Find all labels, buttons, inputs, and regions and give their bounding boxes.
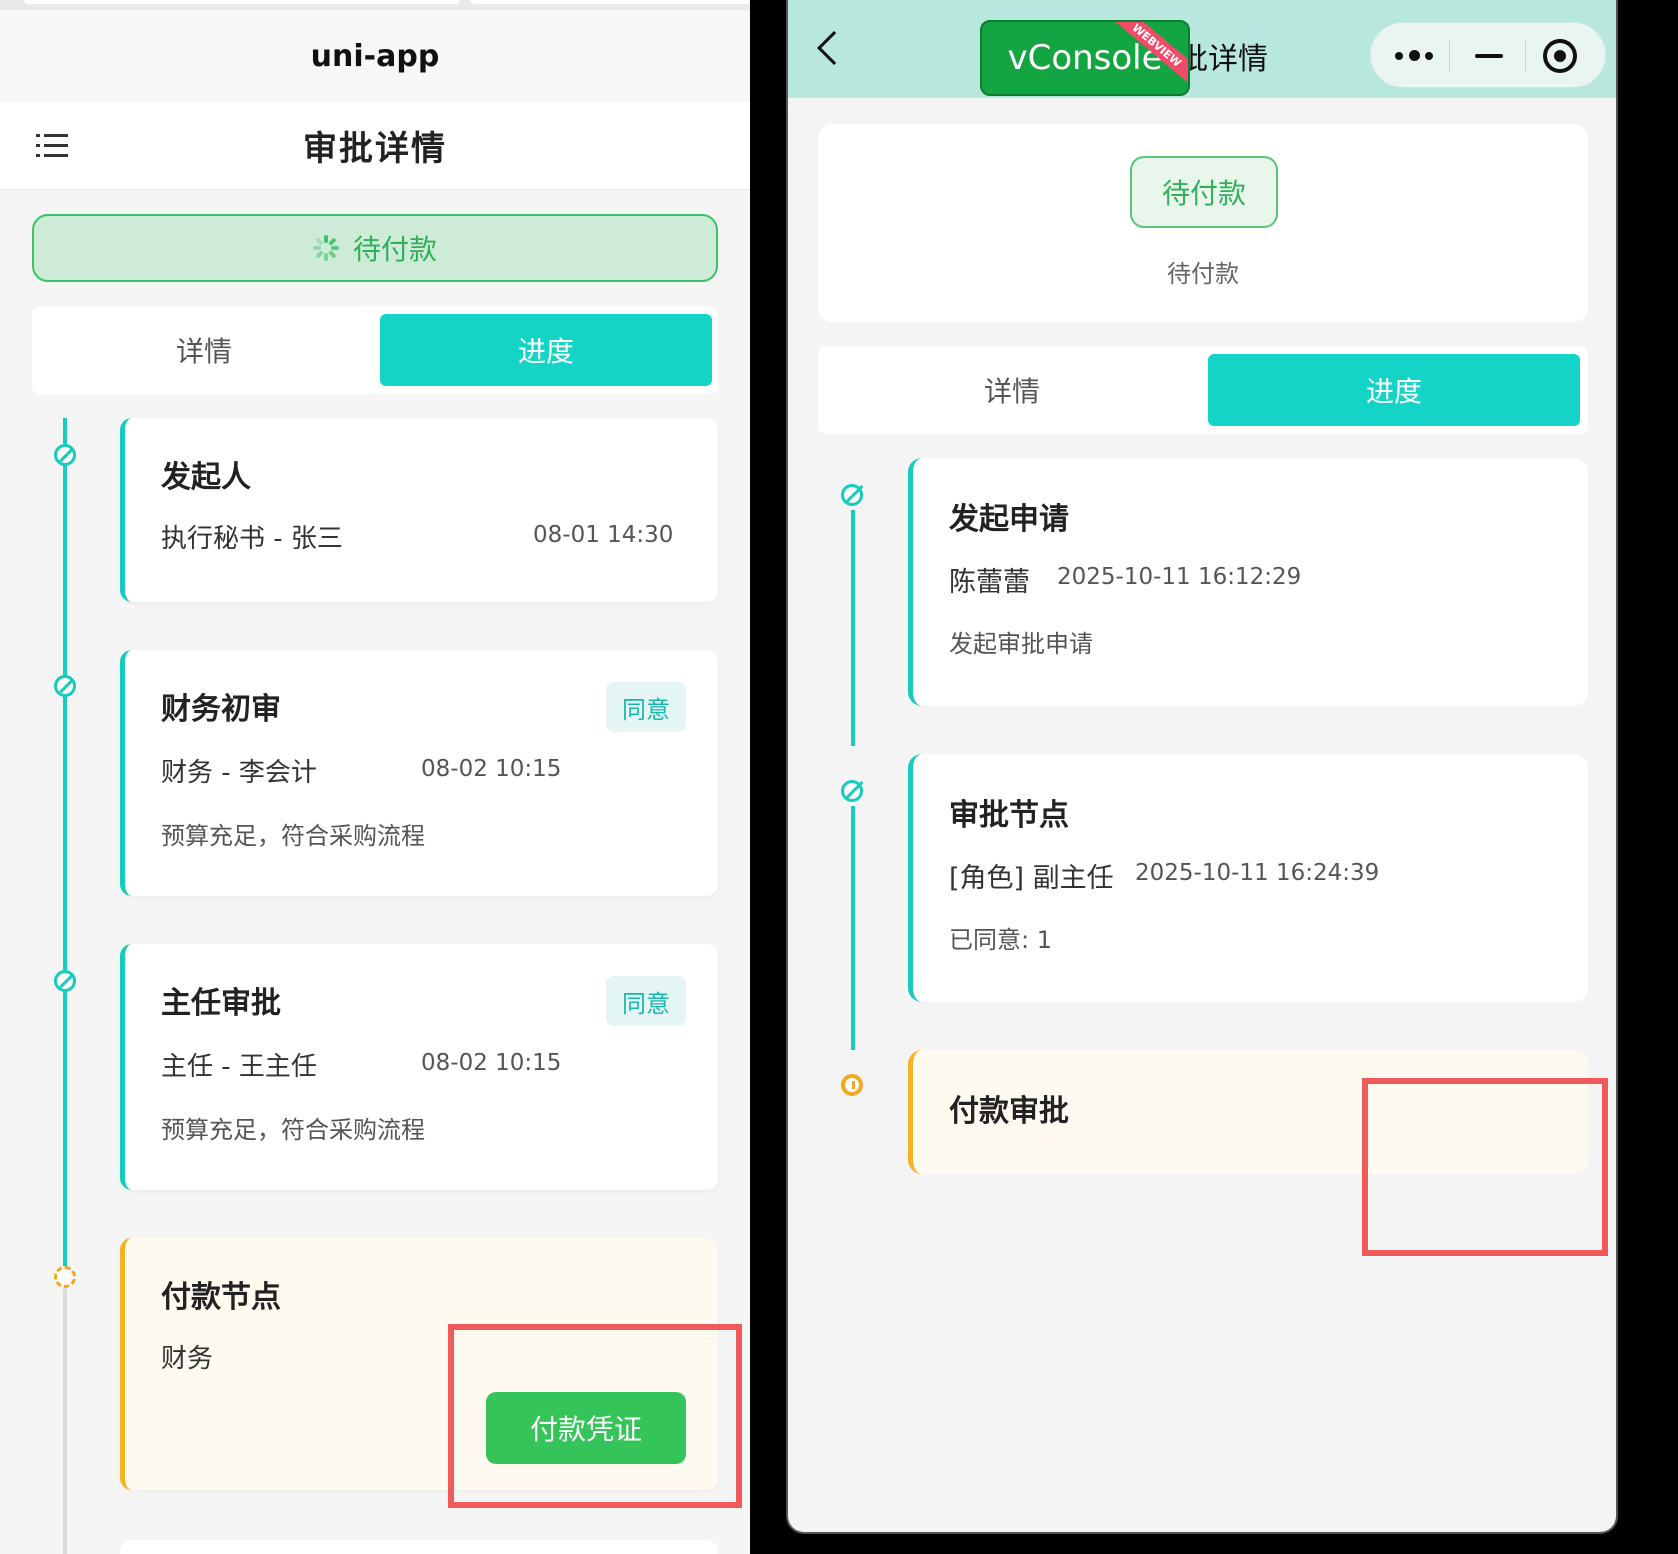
card-approver: 主任 - 王主任 — [161, 1052, 317, 1082]
card-title: 发起人 — [161, 460, 251, 495]
tab-bar: 详情 进度 — [818, 346, 1588, 434]
status-badge: 同意 — [606, 682, 686, 732]
card-approver: 陈蕾蕾 — [949, 567, 1030, 598]
card-title: 财务初审 — [161, 692, 281, 727]
card-time: 08-02 10:15 — [421, 1050, 562, 1076]
timeline-line — [851, 510, 855, 746]
card-title: 主任审批 — [161, 986, 281, 1021]
pending-circle-icon — [54, 1266, 76, 1288]
status-subtitle: 待付款 — [1167, 260, 1239, 288]
tab-bar: 详情 进度 — [32, 306, 718, 394]
timeline-card-next — [120, 1540, 718, 1554]
card-comment: 预算充足，符合采购流程 — [161, 822, 425, 850]
nav-title: 批详情 — [1178, 42, 1268, 77]
status-pill: 待付款 — [1130, 156, 1278, 228]
tab-progress[interactable]: 进度 — [1208, 354, 1580, 426]
card-time: 2025-10-11 16:24:39 — [1135, 860, 1380, 886]
close-target-icon[interactable] — [1543, 39, 1577, 73]
card-time: 08-01 14:30 — [533, 522, 674, 548]
card-comment: 预算充足，符合采购流程 — [161, 1116, 425, 1144]
page-title: 审批详情 — [303, 129, 447, 169]
check-circle-icon — [839, 776, 867, 804]
miniprogram-pane: 批详情 vConsole WEBVIEW 待付款 待付款 详情 进度 发起申请 … — [786, 0, 1618, 1534]
miniprogram-capsule — [1370, 22, 1606, 88]
card-time: 08-02 10:15 — [421, 756, 562, 782]
check-circle-icon — [839, 480, 867, 508]
status-card: 待付款 待付款 — [818, 124, 1588, 322]
card-time: 2025-10-11 16:12:29 — [1057, 564, 1302, 590]
card-comment: 已同意: 1 — [949, 926, 1052, 954]
check-circle-icon — [54, 970, 76, 992]
more-dots-icon[interactable] — [1395, 50, 1435, 61]
check-circle-icon — [54, 444, 76, 466]
card-title: 发起申请 — [949, 502, 1069, 537]
tab-details[interactable]: 详情 — [32, 314, 376, 386]
card-approver: [角色] 副主任 — [949, 863, 1114, 894]
card-comment: 发起审批申请 — [949, 630, 1093, 658]
timeline-line — [851, 806, 855, 1050]
timeline-card-director-review: 主任审批 同意 主任 - 王主任 08-02 10:15 预算充足，符合采购流程 — [120, 944, 718, 1190]
minimize-icon[interactable] — [1475, 54, 1503, 58]
card-approver: 执行秘书 - 张三 — [161, 524, 343, 554]
card-title: 付款审批 — [949, 1094, 1069, 1129]
card-approver: 财务 — [161, 1344, 214, 1374]
timeline-card-initiate: 发起申请 陈蕾蕾 2025-10-11 16:12:29 发起审批申请 — [908, 458, 1588, 706]
screenshot-root: uni-app 审批详情 待付款 详情 进度 发起人 执行秘书 - 张三 08-… — [0, 0, 1678, 1554]
highlight-box — [448, 1324, 742, 1508]
vconsole-button[interactable]: vConsole WEBVIEW — [980, 20, 1190, 96]
browser-tab[interactable] — [24, 0, 460, 4]
card-title: 付款节点 — [161, 1280, 281, 1315]
app-title-bar: uni-app — [0, 10, 750, 102]
page-header: 审批详情 — [0, 102, 750, 190]
status-banner: 待付款 — [32, 214, 718, 282]
timeline-line — [63, 418, 67, 1278]
timeline-line-pending — [63, 1278, 67, 1554]
vconsole-label: vConsole — [1007, 38, 1163, 78]
timeline-card-approval-node: 审批节点 [角色] 副主任 2025-10-11 16:24:39 已同意: 1 — [908, 754, 1588, 1002]
tab-progress[interactable]: 进度 — [380, 314, 712, 386]
status-label: 待付款 — [352, 233, 437, 266]
tab-details[interactable]: 详情 — [818, 354, 1206, 426]
browser-tab-strip — [0, 0, 750, 10]
timeline-card-initiator: 发起人 执行秘书 - 张三 08-01 14:30 — [120, 418, 718, 602]
nav-bar: 批详情 vConsole WEBVIEW — [788, 0, 1616, 98]
uniapp-h5-pane: uni-app 审批详情 待付款 详情 进度 发起人 执行秘书 - 张三 08-… — [0, 0, 750, 1554]
card-approver: 财务 - 李会计 — [161, 758, 317, 788]
check-circle-icon — [54, 675, 76, 697]
status-badge: 同意 — [606, 976, 686, 1026]
card-title: 审批节点 — [949, 798, 1069, 833]
back-chevron-icon[interactable] — [817, 31, 851, 65]
browser-tab[interactable] — [470, 0, 750, 4]
loading-spinner-icon — [312, 235, 339, 261]
timeline-card-finance-review: 财务初审 同意 财务 - 李会计 08-02 10:15 预算充足，符合采购流程 — [120, 650, 718, 896]
app-title: uni-app — [310, 38, 440, 74]
menu-list-icon[interactable] — [36, 132, 68, 160]
highlight-box — [1362, 1078, 1608, 1256]
clock-icon — [839, 1070, 867, 1098]
